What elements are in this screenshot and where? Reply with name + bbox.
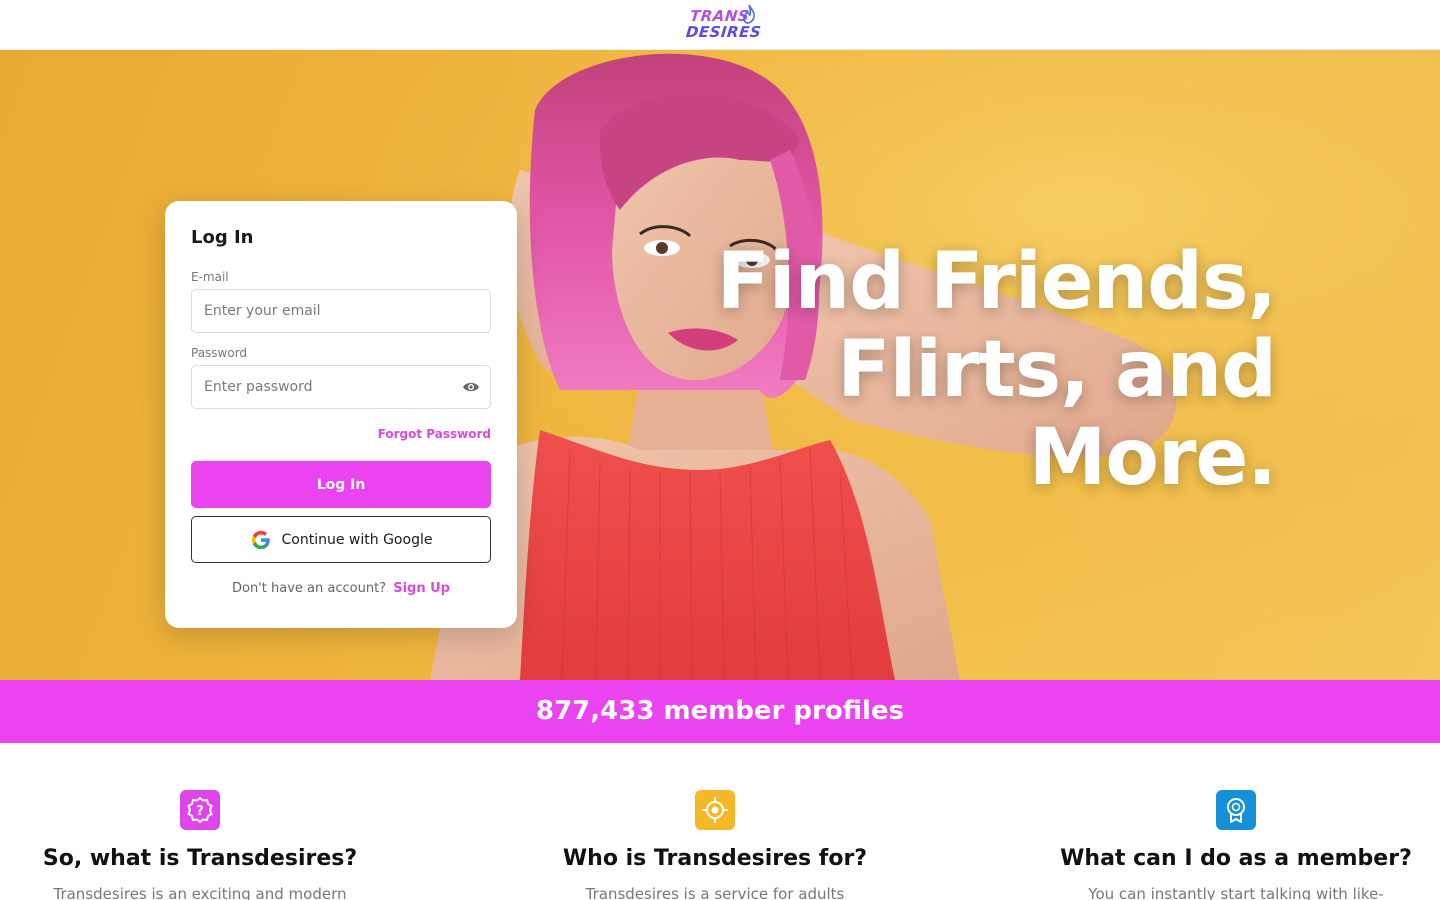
feature-text-what-is: Transdesires is an exciting and modern [53,885,347,900]
logo-text-desires: DESIRES [685,23,763,41]
transdesires-logo[interactable]: TRANS DESIRES [684,4,763,48]
signup-line: Don't have an account? Sign Up [165,581,517,596]
top-bar: TRANS DESIRES [0,0,1440,50]
member-count-text: 877,433 member profiles [536,696,904,726]
email-field-wrapper [191,289,491,333]
feature-what-is: ? So, what is Transdesires? Transdesires… [0,790,410,900]
signup-link[interactable]: Sign Up [393,581,450,596]
hero-heading-line-1: Find Friends, [716,237,1277,327]
google-icon [251,530,270,549]
flame-icon [742,4,755,24]
login-card: Log In E-mail Password Forgot Password L… [165,201,517,628]
feature-title-member-actions: What can I do as a member? [1060,846,1412,871]
feature-member-actions: What can I do as a member? You can insta… [1026,790,1440,900]
svg-text:?: ? [196,804,204,819]
hero-heading-line-3: More. [1028,413,1277,503]
feature-text-member-actions: You can instantly start talking with lik… [1088,885,1384,900]
show-password-icon[interactable] [462,380,480,394]
password-field-wrapper [191,365,491,409]
member-count-banner: 877,433 member profiles [0,680,1440,743]
hero-heading: Find Friends, Flirts, and More. [656,237,1277,503]
feature-text-who-for: Transdesires is a service for adults [585,885,845,900]
password-input[interactable] [192,366,490,408]
question-icon: ? [180,790,220,830]
login-title: Log In [191,227,254,248]
forgot-password-link[interactable]: Forgot Password [378,427,491,441]
google-login-button[interactable]: Continue with Google [191,516,491,563]
password-label: Password [191,346,248,360]
target-icon [695,790,735,830]
login-button[interactable]: Log In [191,461,491,508]
feature-title-what-is: So, what is Transdesires? [42,846,358,871]
badge-icon [1216,790,1256,830]
signup-prompt: Don't have an account? [232,581,387,596]
hero-section: Find Friends, Flirts, and More. Log In E… [0,50,1440,680]
feature-title-who-for: Who is Transdesires for? [562,846,868,871]
email-input[interactable] [192,290,490,332]
feature-who-for: Who is Transdesires for? Transdesires is… [505,790,925,900]
hero-heading-line-2: Flirts, and [837,325,1277,415]
email-label: E-mail [191,270,229,284]
google-button-label: Continue with Google [281,531,433,548]
